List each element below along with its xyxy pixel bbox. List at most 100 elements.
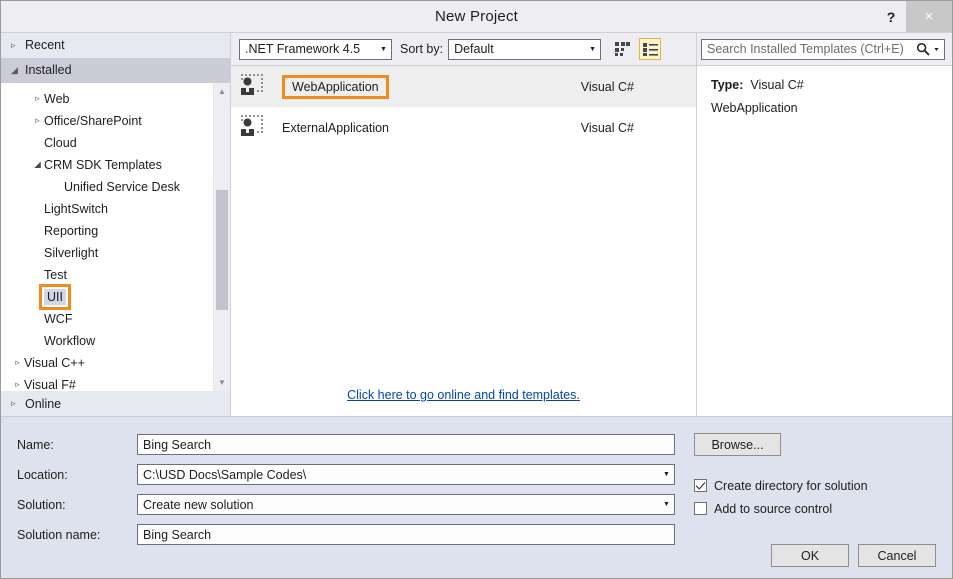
template-icon <box>238 71 270 103</box>
project-options: Browse... Create directory for solution A… <box>682 417 952 578</box>
tree-item-cloud[interactable]: Cloud <box>1 132 213 154</box>
project-settings-panel: Name: Bing Search Location: C:\USD Docs\Sam… <box>1 416 952 578</box>
detail-description: WebApplication <box>711 101 798 115</box>
field-value: C:\USD Docs\Sample Codes\ <box>143 467 307 482</box>
tree-item-workflow[interactable]: Workflow <box>1 330 213 352</box>
nav-group-recent[interactable]: ▹ Recent <box>1 33 230 58</box>
list-view-button[interactable] <box>639 38 662 60</box>
tree-item-label: UII <box>39 283 71 310</box>
checkbox-add-to-source-control[interactable]: Add to source control <box>694 498 936 519</box>
dialog-content: ▹ Recent ◢ Installed ▹ Web ▹ Office/SharePo… <box>1 32 952 578</box>
nav-group-installed[interactable]: ◢ Installed <box>1 57 230 83</box>
details-pane: Type: Visual C# WebApplication <box>696 33 952 416</box>
search-bar <box>697 33 952 65</box>
chevron-down-icon: ▼ <box>380 45 387 53</box>
form-row: Solution: Create new solution ▼ <box>17 493 682 516</box>
location-input[interactable]: C:\USD Docs\Sample Codes\ ▼ <box>137 464 675 485</box>
scroll-down-icon[interactable]: ▼ <box>214 374 230 391</box>
tree-item-uii[interactable]: UII <box>1 283 213 310</box>
annotation-highlight <box>39 283 71 310</box>
template-tree: ▹ Web ▹ Office/SharePoint Cloud ◢ CRM SDK Temp… <box>1 83 213 391</box>
project-fields: Name: Bing Search Location: C:\USD Docs\Sam… <box>1 417 682 578</box>
detail-type-label: Type: <box>711 78 744 92</box>
tree-item-label: WCF <box>44 311 73 326</box>
form-row: Location: C:\USD Docs\Sample Codes\ ▼ <box>17 463 682 486</box>
sort-by-dropdown[interactable]: Default ▼ <box>448 38 602 60</box>
page-title: New Project <box>434 8 519 25</box>
tree-item-label: Office/SharePoint <box>44 113 142 128</box>
tree-item-web[interactable]: ▹ Web <box>1 88 213 110</box>
tree-item-label: Unified Service Desk <box>64 179 181 194</box>
checkbox-empty-icon[interactable] <box>694 502 707 515</box>
template-toolbar: .NET Framework 4.5 ▼ Sort by: Default ▼ <box>231 33 696 65</box>
name-input[interactable]: Bing Search <box>137 434 675 455</box>
template-row[interactable]: ExternalApplication Visual C# <box>231 107 696 148</box>
ok-button[interactable]: OK <box>771 544 849 567</box>
cancel-button[interactable]: Cancel <box>858 544 936 567</box>
nav-group-online-label: Online <box>25 396 62 411</box>
tree-item-wcf[interactable]: WCF <box>1 308 213 330</box>
chevron-down-icon[interactable]: ▼ <box>659 471 674 478</box>
close-icon[interactable]: × <box>906 1 952 32</box>
detail-description-row: WebApplication <box>711 101 938 115</box>
field-value: Bing Search <box>143 437 212 452</box>
tree-item-test[interactable]: Test <box>1 264 213 286</box>
left-nav-pane: ▹ Recent ◢ Installed ▹ Web ▹ Office/SharePo… <box>1 33 231 416</box>
browse-button[interactable]: Browse... <box>694 433 781 456</box>
tree-item-silverlight[interactable]: Silverlight <box>1 242 213 264</box>
field-label: Solution: <box>17 497 66 512</box>
solution-name-input[interactable]: Bing Search <box>137 524 675 545</box>
tree-item-label: Visual C++ <box>24 355 85 370</box>
project-checkboxes: Create directory for solution Add to sour… <box>694 475 936 519</box>
template-icon <box>238 112 270 144</box>
online-templates-link[interactable]: Click here to go online and find templat… <box>347 388 580 402</box>
framework-value: .NET Framework 4.5 <box>245 42 361 56</box>
chevron-down-icon <box>934 48 939 51</box>
dialog-buttons: OK Cancel <box>771 544 936 567</box>
checkbox-label: Create directory for solution <box>714 478 868 493</box>
checkbox-create-directory-for-solution[interactable]: Create directory for solution <box>694 475 936 496</box>
window-controls: ? × <box>876 1 952 32</box>
scrollbar-thumb[interactable] <box>216 189 228 310</box>
scroll-up-icon[interactable]: ▲ <box>214 83 230 100</box>
chevron-down-icon[interactable]: ▼ <box>659 501 674 508</box>
field-label: Solution name: <box>17 527 101 542</box>
tree-item-reporting[interactable]: Reporting <box>1 220 213 242</box>
tree-item-visual-f-[interactable]: ▹ Visual F# <box>1 374 213 391</box>
scrollbar-track[interactable] <box>214 100 230 374</box>
tree-item-visual-c-[interactable]: ▹ Visual C++ <box>1 352 213 374</box>
view-mode-buttons <box>611 38 662 60</box>
tree-item-unified-service-desk[interactable]: Unified Service Desk <box>1 176 213 198</box>
template-row[interactable]: WebApplication Visual C# <box>231 66 696 107</box>
template-language: Visual C# <box>580 79 634 94</box>
framework-dropdown[interactable]: .NET Framework 4.5 ▼ <box>239 38 392 60</box>
medium-icons-view-button[interactable] <box>611 38 633 60</box>
solution-input[interactable]: Create new solution ▼ <box>137 494 675 515</box>
detail-type-row: Type: Visual C# <box>711 78 938 92</box>
tree-item-label: Web <box>44 91 70 106</box>
tree-item-crm-sdk-templates[interactable]: ◢ CRM SDK Templates <box>1 154 213 176</box>
template-details: Type: Visual C# WebApplication <box>697 65 952 416</box>
checkmark-icon[interactable] <box>694 479 707 492</box>
chevron-right-icon: ▹ <box>35 93 40 104</box>
tree-item-label: Silverlight <box>44 245 99 260</box>
field-label: Name: <box>17 437 54 452</box>
title-bar: New Project ? × <box>1 1 952 32</box>
chevron-right-icon: ▹ <box>11 398 16 409</box>
new-project-dialog: New Project ? × ▹ Recent ◢ Installed ▹ We… <box>0 0 953 579</box>
field-value: Create new solution <box>143 497 254 512</box>
chevron-right-icon: ▹ <box>15 379 20 390</box>
nav-group-recent-label: Recent <box>25 38 65 53</box>
tree-item-label: Workflow <box>44 333 96 348</box>
chevron-right-icon: ▹ <box>11 39 16 50</box>
search-input[interactable] <box>702 42 916 56</box>
tree-scrollbar[interactable]: ▲ ▼ <box>213 82 230 392</box>
tree-item-office-sharepoint[interactable]: ▹ Office/SharePoint <box>1 110 213 132</box>
chevron-right-icon: ▹ <box>35 115 40 126</box>
tree-item-lightswitch[interactable]: LightSwitch <box>1 198 213 220</box>
help-icon[interactable]: ? <box>876 1 906 32</box>
search-icon <box>916 42 930 56</box>
tree-item-label: Reporting <box>44 223 99 238</box>
search-box[interactable] <box>701 38 945 60</box>
nav-group-online[interactable]: ▹ Online <box>1 391 230 416</box>
